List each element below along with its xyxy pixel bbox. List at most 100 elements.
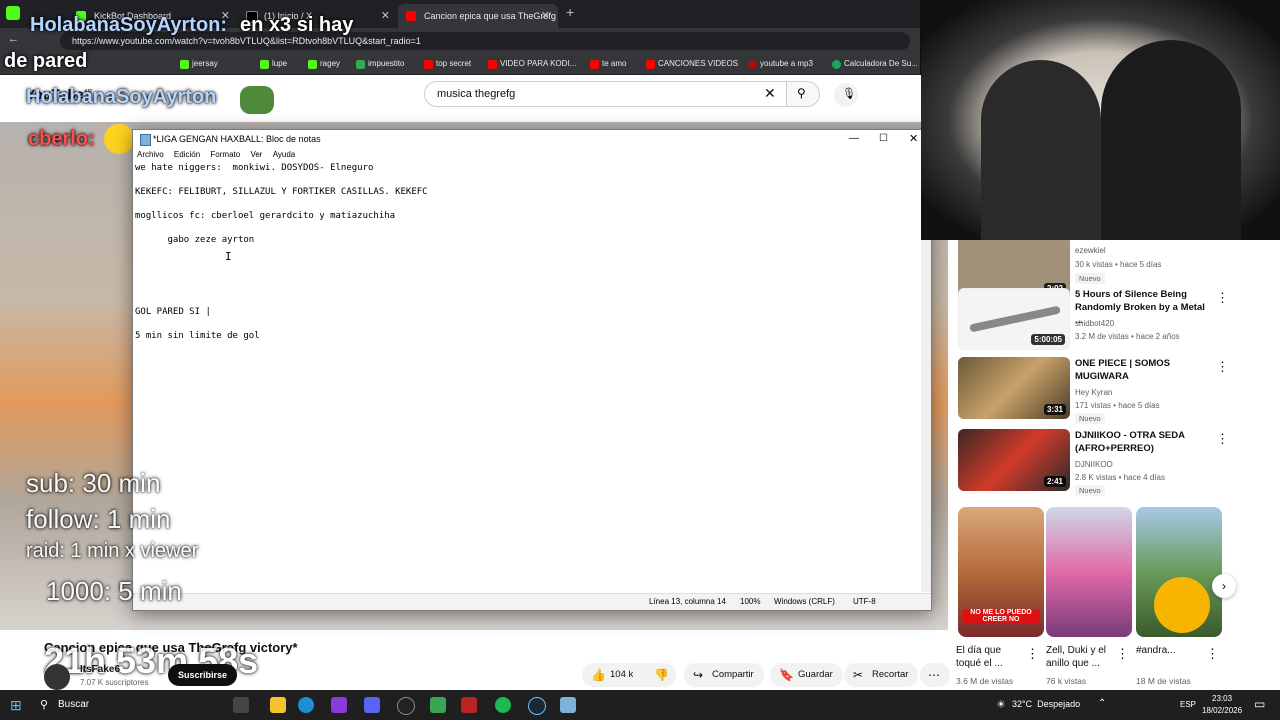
save-button[interactable]: 🔖 Guardar xyxy=(770,663,843,687)
kick-icon xyxy=(180,60,189,69)
close-icon[interactable]: ✕ xyxy=(381,4,390,28)
notepad-status-bar: Línea 13, columna 14 100% Windows (CRLF)… xyxy=(133,593,931,610)
sub-goal-line: sub: 30 min xyxy=(26,468,161,498)
next-arrow-icon[interactable]: › xyxy=(1212,574,1236,598)
video-title[interactable]: ONE PIECE | SOMOS MUGIWARA xyxy=(1075,357,1215,383)
tray-chevron-icon[interactable]: ⌃ xyxy=(1098,698,1106,709)
obs-icon[interactable] xyxy=(397,697,415,715)
tab-youtube[interactable]: Cancion epica que usa TheGrefg ✕ xyxy=(398,4,558,28)
channel-name[interactable]: DJNIIKOO xyxy=(1075,460,1113,469)
close-icon[interactable]: ✕ xyxy=(909,130,918,148)
text-line: 5 min sin limite de gol xyxy=(135,331,260,341)
avatar[interactable] xyxy=(44,664,70,690)
notifications-icon[interactable]: ▭ xyxy=(1254,697,1265,711)
clip-button[interactable]: ✂ Recortar xyxy=(844,663,919,687)
app-icon[interactable] xyxy=(461,697,477,713)
short-thumbnail[interactable]: NO ME LO PUEDO CREER NO xyxy=(958,507,1044,637)
bookmark-item[interactable]: youtube a mp3 xyxy=(746,54,813,74)
more-icon[interactable]: ⋮ xyxy=(1216,290,1229,306)
video-thumbnail[interactable]: 3:31 xyxy=(958,357,1070,419)
bookmark-item[interactable]: top secret xyxy=(422,54,471,74)
short-thumbnail[interactable] xyxy=(1136,507,1222,637)
bookmark-item[interactable]: jeersay xyxy=(178,54,218,74)
short-title[interactable]: #andra... xyxy=(1136,644,1196,657)
bookmark-icon xyxy=(356,60,365,69)
notepad-menu-bar: Archivo Edición Formato Ver Ayuda xyxy=(133,148,931,162)
taskbar-search[interactable]: Buscar xyxy=(58,699,89,710)
app-icon[interactable] xyxy=(331,697,347,713)
mic-icon[interactable]: 🎙 xyxy=(834,83,858,107)
text-cursor-icon: I xyxy=(225,250,232,263)
more-icon[interactable]: ⋮ xyxy=(1116,646,1129,662)
zoom-level: 100% xyxy=(740,597,761,606)
kick-app-icon xyxy=(6,6,20,20)
subscribe-button[interactable]: Suscribirse xyxy=(168,664,238,686)
bookmark-item[interactable]: VIDEO PARA KODI... xyxy=(486,54,576,74)
task-view-icon[interactable] xyxy=(233,697,249,713)
new-badge: Nuevo xyxy=(1075,413,1105,424)
short-title[interactable]: El día que toqué el ... xyxy=(956,644,1026,670)
video-title[interactable]: DJNIIKOO - OTRA SEDA (AFRO+PERREO) xyxy=(1075,429,1215,455)
more-options-button[interactable]: ⋯ xyxy=(920,663,950,687)
text-line: KEKEFC: FELIBURT, SILLAZUL Y FORTIKER CA… xyxy=(135,187,428,197)
weather-text[interactable]: 32°C Despejado xyxy=(1012,699,1080,709)
more-icon[interactable]: ⋮ xyxy=(1216,359,1229,375)
recommended-video[interactable]: 2:41 DJNIIKOO - OTRA SEDA (AFRO+PERREO) … xyxy=(958,429,1258,496)
bookmark-item[interactable]: impuestito xyxy=(354,54,404,74)
video-thumbnail[interactable]: 2:41 xyxy=(958,429,1070,491)
back-icon[interactable]: ← xyxy=(8,33,19,45)
duration-badge: 2:41 xyxy=(1043,476,1066,487)
recommended-video[interactable]: 5:00:05 5 Hours of Silence Being Randoml… xyxy=(958,288,1258,354)
edge-icon[interactable] xyxy=(298,697,314,713)
clock-date[interactable]: 18/02/2026 xyxy=(1202,706,1242,715)
notepad-text-area[interactable]: we hate niggers: monkiwi. DOSYDOS- Elneg… xyxy=(133,162,919,582)
short-thumbnail[interactable] xyxy=(1046,507,1132,637)
close-icon[interactable]: ✕ xyxy=(541,4,550,28)
like-button[interactable]: 👍 104 k xyxy=(582,663,646,687)
clock-time[interactable]: 23:03 xyxy=(1212,694,1232,703)
bookmark-item[interactable]: te amo xyxy=(588,54,626,74)
menu-edicion[interactable]: Edición xyxy=(174,150,200,159)
channel-name[interactable]: shidbot420 xyxy=(1075,319,1114,328)
spotify-icon[interactable] xyxy=(495,697,511,713)
share-button[interactable]: ↪ Compartir xyxy=(684,663,764,687)
sub-goal-line: follow: 1 min xyxy=(26,504,171,534)
bookmark-item[interactable]: CANCIONES VIDEOS xyxy=(644,54,738,74)
channel-name[interactable]: ItsFake6 xyxy=(80,664,120,675)
menu-formato[interactable]: Formato xyxy=(210,150,240,159)
app-icon[interactable] xyxy=(430,697,446,713)
search-input[interactable]: musica thegrefg xyxy=(424,81,790,107)
text-line: GOL PARED SI | xyxy=(135,307,211,317)
short-title[interactable]: Zell, Duki y el anillo que ... xyxy=(1046,644,1118,670)
recommended-video[interactable]: 3:31 ONE PIECE | SOMOS MUGIWARA Hey Kyra… xyxy=(958,357,1258,424)
more-icon[interactable]: ⋮ xyxy=(1216,431,1229,447)
bookmark-item[interactable]: Calculadora De Su... xyxy=(830,54,918,74)
discord-icon[interactable] xyxy=(364,697,380,713)
windows-start-icon[interactable]: ⊞ xyxy=(10,697,22,714)
language-indicator[interactable]: ESP xyxy=(1180,700,1196,709)
notepad-title-bar[interactable]: *LIGA GENGAN HAXBALL: Bloc de notas — ☐ … xyxy=(133,130,931,148)
video-thumbnail[interactable]: 5:00:05 xyxy=(958,288,1070,350)
more-icon[interactable]: ⋮ xyxy=(1206,646,1219,662)
search-button[interactable]: ⚲ xyxy=(786,81,820,107)
more-icon[interactable]: ⋮ xyxy=(1026,646,1039,662)
maximize-icon[interactable]: ☐ xyxy=(879,130,888,148)
new-tab-icon[interactable]: + xyxy=(566,4,574,20)
video-meta: 30 k vistas • hace 5 días xyxy=(1075,260,1162,269)
file-explorer-icon[interactable] xyxy=(270,697,286,713)
notepad-icon[interactable] xyxy=(560,697,576,713)
bookmark-item[interactable]: lupe xyxy=(258,54,287,74)
bookmark-item[interactable]: ragey xyxy=(306,54,340,74)
steam-icon[interactable] xyxy=(528,697,546,715)
short-caption: NO ME LO PUEDO CREER NO xyxy=(962,609,1040,623)
menu-ver[interactable]: Ver xyxy=(250,150,262,159)
chat-message: en x3 si hay xyxy=(240,14,354,36)
clear-search-icon[interactable]: ✕ xyxy=(764,85,776,102)
notepad-window[interactable]: *LIGA GENGAN HAXBALL: Bloc de notas — ☐ … xyxy=(132,129,932,611)
channel-name[interactable]: Hey Kyran xyxy=(1075,388,1112,397)
menu-ayuda[interactable]: Ayuda xyxy=(273,150,296,159)
channel-name[interactable]: ezewkiel xyxy=(1075,246,1106,255)
minimize-icon[interactable]: — xyxy=(849,130,859,148)
dislike-button[interactable]: 👎 xyxy=(646,663,676,687)
menu-archivo[interactable]: Archivo xyxy=(137,150,164,159)
